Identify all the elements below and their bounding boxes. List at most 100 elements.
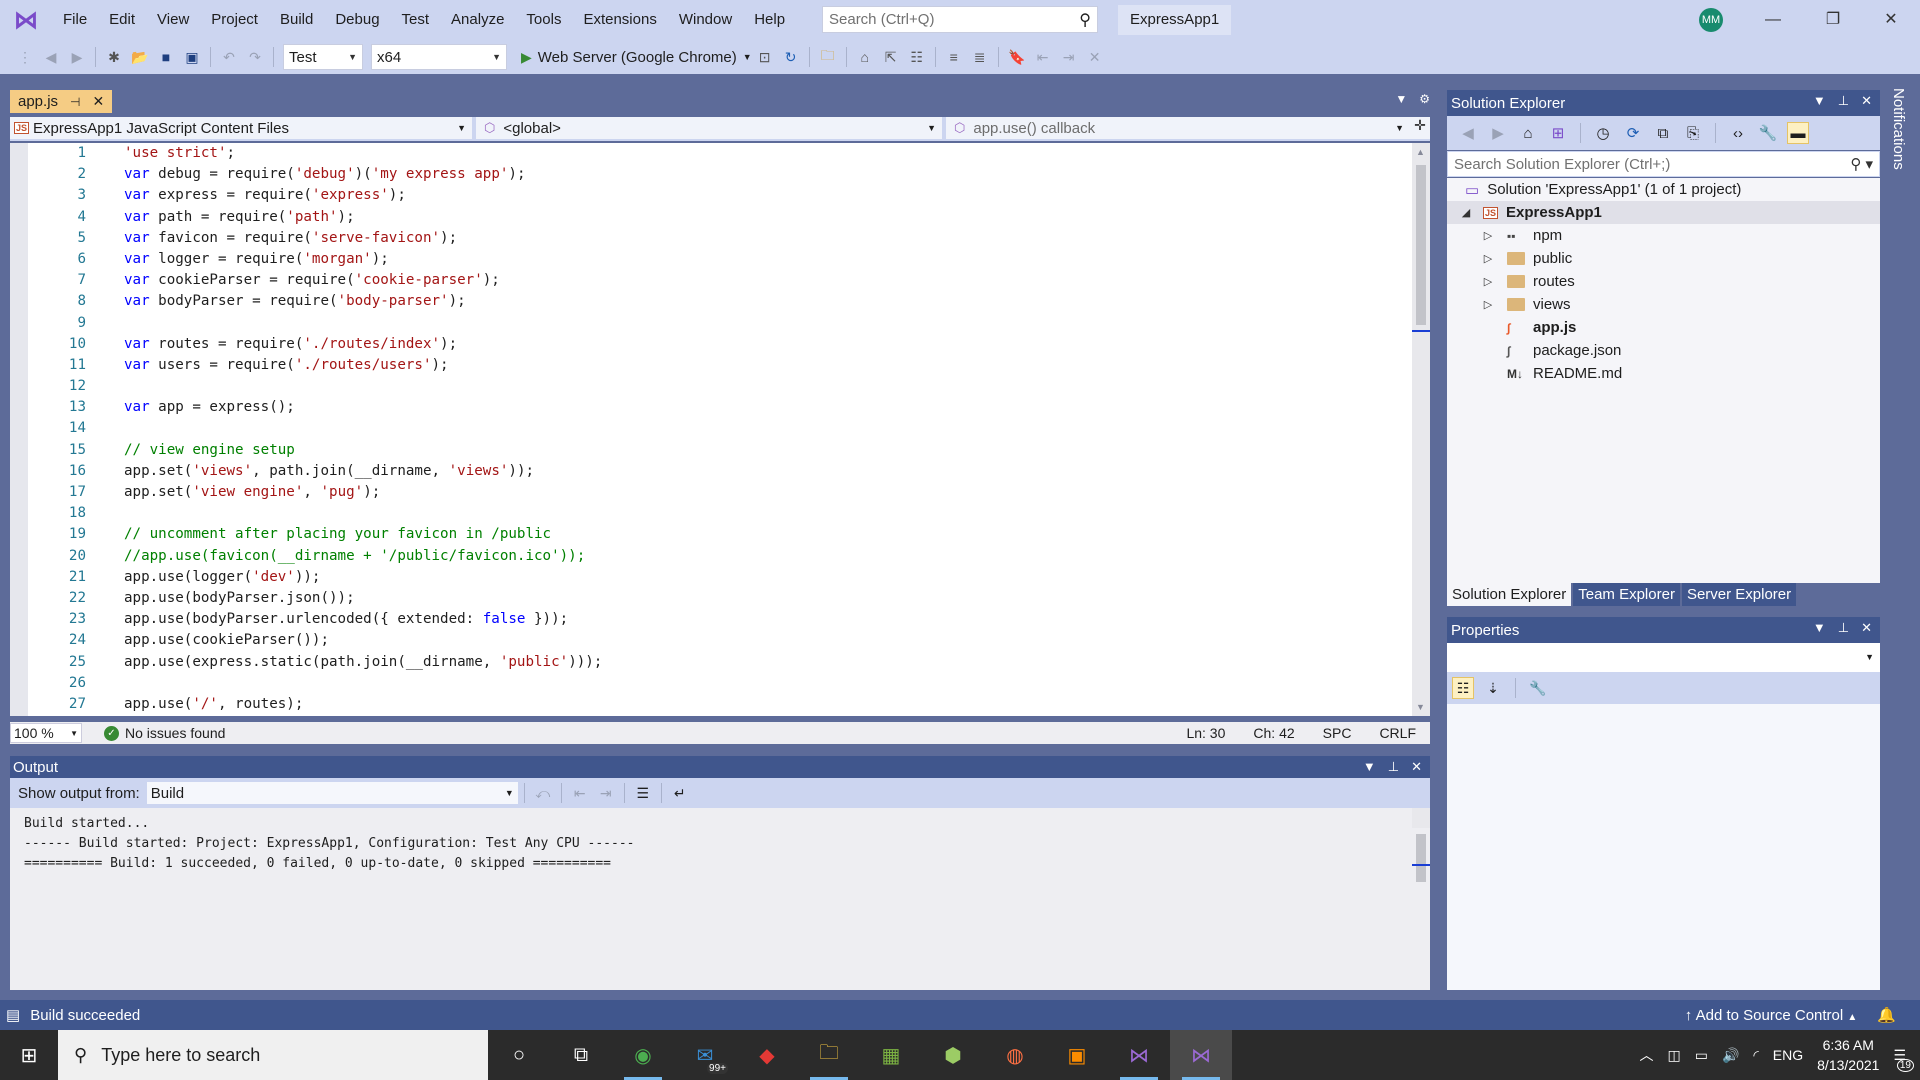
code-editor[interactable]: 1'use strict'; 2 var debug = require('debu…: [10, 143, 1412, 716]
visual-studio-icon[interactable]: ⋈: [1170, 1030, 1232, 1080]
code-line[interactable]: 3 var express = require('express');: [28, 185, 1412, 206]
close-icon[interactable]: ✕: [1411, 756, 1422, 778]
scroll-thumb[interactable]: [1416, 834, 1426, 882]
collapse-arrow-icon[interactable]: ◢: [1459, 206, 1473, 219]
firefox-icon[interactable]: ◍: [984, 1030, 1046, 1080]
code-line[interactable]: 22 app.use(bodyParser.json());: [28, 588, 1412, 609]
expand-arrow-icon[interactable]: ▷: [1481, 298, 1495, 311]
pin-icon[interactable]: ⊥: [1838, 90, 1849, 112]
output-vertical-scrollbar[interactable]: [1412, 808, 1430, 882]
menu-window[interactable]: Window: [668, 0, 743, 40]
window-position-dropdown-icon[interactable]: ▼: [1363, 756, 1376, 778]
menu-edit[interactable]: Edit: [98, 0, 146, 40]
quick-search-input[interactable]: Search (Ctrl+Q) ⚲: [822, 6, 1098, 33]
code-line[interactable]: 28app.use('/users', users);: [28, 715, 1412, 716]
code-line[interactable]: 6 var logger = require('morgan');: [28, 249, 1412, 270]
properties-wrench-icon[interactable]: 🔧: [1757, 122, 1779, 144]
expand-arrow-icon[interactable]: ▷: [1481, 252, 1495, 265]
new-project-icon[interactable]: ✱: [103, 46, 125, 68]
code-line[interactable]: 13 var app = express();: [28, 397, 1412, 418]
pending-changes-filter-icon[interactable]: ◷: [1592, 122, 1614, 144]
expand-arrow-icon[interactable]: ▷: [1481, 229, 1495, 242]
browser-link-icon[interactable]: ⊡: [754, 46, 776, 68]
collapse-all-icon[interactable]: ⧉: [1652, 122, 1674, 144]
menu-tools[interactable]: Tools: [515, 0, 572, 40]
line-ending[interactable]: CRLF: [1379, 725, 1416, 741]
uncomment-lines-icon[interactable]: ≣: [969, 46, 991, 68]
navigate-back-icon[interactable]: ◀: [40, 46, 62, 68]
open-file-icon[interactable]: 📂: [129, 46, 151, 68]
redo-icon[interactable]: ↷: [244, 46, 266, 68]
menu-help[interactable]: Help: [743, 0, 796, 40]
home-icon[interactable]: ⌂: [1517, 122, 1539, 144]
property-pages-wrench-icon[interactable]: 🔧: [1527, 677, 1549, 699]
solution-configuration-dropdown[interactable]: Test ▼: [283, 44, 363, 70]
git-app-icon[interactable]: ◆: [736, 1030, 798, 1080]
cube-app-icon[interactable]: ⬢: [922, 1030, 984, 1080]
tab-server-explorer[interactable]: Server Explorer: [1681, 583, 1797, 606]
clear-all-icon[interactable]: ☰: [632, 782, 654, 804]
window-position-dropdown-icon[interactable]: ▼: [1813, 90, 1826, 112]
split-window-icon[interactable]: ✛: [1410, 117, 1430, 139]
code-line[interactable]: 14: [28, 418, 1412, 439]
code-line[interactable]: 17 app.set('view engine', 'pug');: [28, 482, 1412, 503]
preview-selected-items-icon[interactable]: ▬: [1787, 122, 1809, 144]
code-line[interactable]: 10 var routes = require('./routes/index')…: [28, 334, 1412, 355]
code-line[interactable]: 19 // uncomment after placing your favico…: [28, 524, 1412, 545]
input-language[interactable]: ENG: [1773, 1047, 1803, 1063]
code-line[interactable]: 27 app.use('/', routes);: [28, 694, 1412, 715]
minimize-button[interactable]: —: [1750, 6, 1796, 34]
code-line[interactable]: 23 app.use(bodyParser.urlencoded({ extend…: [28, 609, 1412, 630]
code-line[interactable]: 7 var cookieParser = require('cookie-pars…: [28, 270, 1412, 291]
tab-solution-explorer[interactable]: Solution Explorer: [1447, 583, 1572, 606]
tree-item-app-js[interactable]: ∫ app.js: [1447, 316, 1880, 339]
comment-lines-icon[interactable]: ≡: [943, 46, 965, 68]
code-line[interactable]: 1'use strict';: [28, 143, 1412, 164]
menu-view[interactable]: View: [146, 0, 200, 40]
tree-item-project[interactable]: ◢ JS ExpressApp1: [1447, 201, 1880, 224]
code-line[interactable]: 8 var bodyParser = require('body-parser')…: [28, 291, 1412, 312]
task-view-icon[interactable]: ⧉: [550, 1030, 612, 1080]
expand-arrow-icon[interactable]: ▷: [1481, 275, 1495, 288]
gear-icon[interactable]: ⚙: [1419, 92, 1430, 106]
pin-icon[interactable]: ⊥: [1838, 617, 1849, 639]
add-to-source-control-button[interactable]: ↑ Add to Source Control ▲: [1685, 1007, 1858, 1024]
scroll-down-icon[interactable]: ▼: [1416, 702, 1425, 712]
next-message-icon[interactable]: ⇥: [595, 782, 617, 804]
clear-bookmarks-icon[interactable]: ✕: [1084, 46, 1106, 68]
properties-object-dropdown[interactable]: ▼: [1447, 643, 1880, 672]
menu-file[interactable]: File: [52, 0, 98, 40]
tab-app-js[interactable]: app.js ⊣ ✕: [10, 90, 113, 113]
battery-icon[interactable]: ▭: [1695, 1047, 1708, 1064]
toolbar-grip-icon[interactable]: ⋮: [14, 46, 36, 68]
categorized-icon[interactable]: ☷: [1452, 677, 1474, 699]
cortana-icon[interactable]: ○: [488, 1030, 550, 1080]
refresh-icon[interactable]: ↻: [780, 46, 802, 68]
find-in-files-icon[interactable]: 🗀: [817, 46, 839, 68]
user-avatar[interactable]: MM: [1699, 8, 1723, 32]
scroll-up-icon[interactable]: ▲: [1416, 147, 1425, 157]
notepad-plus-icon[interactable]: ▦: [860, 1030, 922, 1080]
windows-start-icon[interactable]: ⊞: [0, 1043, 58, 1068]
code-line[interactable]: 26: [28, 673, 1412, 694]
output-text-area[interactable]: Build started... ------ Build started: P…: [10, 808, 1430, 990]
close-window-button[interactable]: ✕: [1868, 6, 1914, 34]
menu-build[interactable]: Build: [269, 0, 324, 40]
view-code-icon[interactable]: ‹›: [1727, 122, 1749, 144]
show-all-files-icon[interactable]: ⎘: [1682, 122, 1704, 144]
tab-team-explorer[interactable]: Team Explorer: [1573, 583, 1680, 606]
code-line[interactable]: 24 app.use(cookieParser());: [28, 630, 1412, 651]
alphabetical-sort-icon[interactable]: ⇣: [1482, 677, 1504, 699]
xampp-icon[interactable]: ▣: [1046, 1030, 1108, 1080]
notifications-tab[interactable]: Notifications: [1890, 88, 1907, 170]
code-line[interactable]: 2 var debug = require('debug')('my expres…: [28, 164, 1412, 185]
solution-explorer-search-input[interactable]: Search Solution Explorer (Ctrl+;) ⚲ ▾: [1447, 151, 1880, 177]
go-to-line-icon[interactable]: ⤺: [532, 782, 554, 804]
editor-vertical-scrollbar[interactable]: ▲ ▼: [1412, 143, 1430, 716]
mail-icon[interactable]: ✉ 99+: [674, 1030, 736, 1080]
code-line[interactable]: 25 app.use(express.static(path.join(__dir…: [28, 652, 1412, 673]
member-dropdown[interactable]: ⬡ app.use() callback ▼: [946, 117, 1410, 139]
notification-bell-icon[interactable]: 🔔: [1877, 1006, 1896, 1024]
sync-icon[interactable]: ⟳: [1622, 122, 1644, 144]
camera-icon[interactable]: ◫: [1667, 1047, 1680, 1064]
